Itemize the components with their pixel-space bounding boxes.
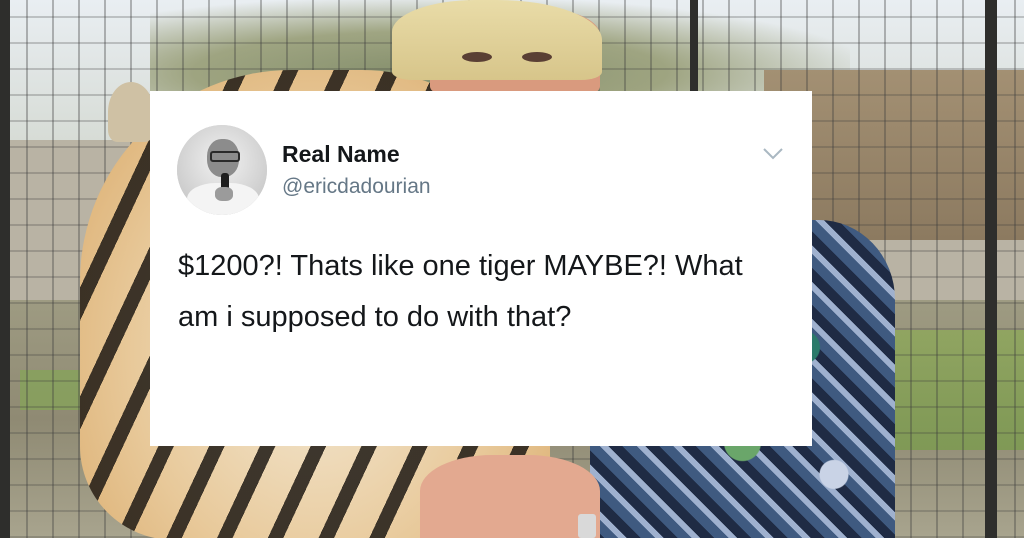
display-name[interactable]: Real Name [282,141,400,168]
fence-post [985,0,997,538]
person-hair [392,0,602,80]
tweet-text: $1200?! Thats like one tiger MAYBE?! Wha… [178,250,743,333]
person-hand [420,455,600,538]
user-handle[interactable]: @ericdadourian [282,175,431,199]
avatar[interactable] [177,125,267,215]
tiger-ear [108,82,154,142]
tweet-card: Real Name @ericdadourian $1200?! Thats l… [150,91,812,446]
person-eye [462,52,492,62]
person-eye [522,52,552,62]
glasses-icon [210,151,240,162]
wristwatch [578,514,596,538]
fence-post [0,0,10,538]
avatar-hand [215,187,233,201]
chevron-down-icon[interactable] [762,147,784,161]
